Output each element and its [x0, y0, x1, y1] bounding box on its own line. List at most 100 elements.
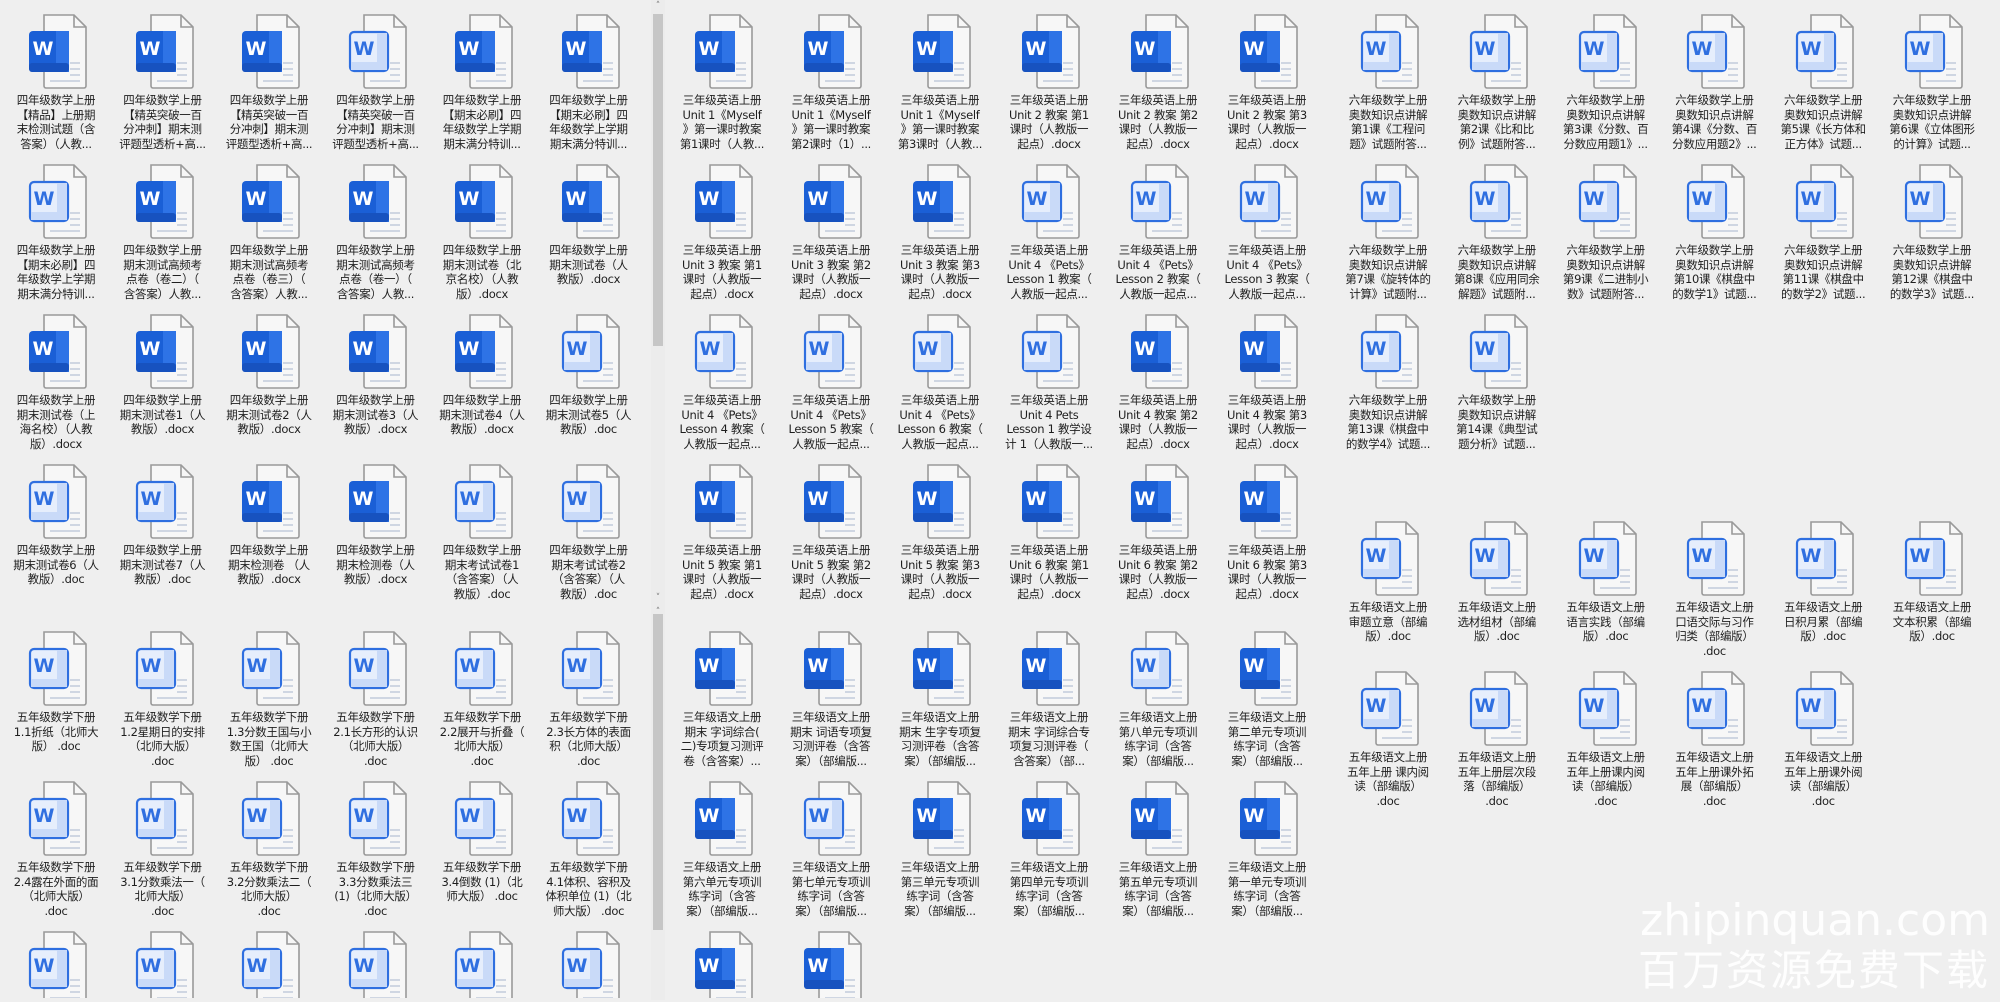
- file-item[interactable]: W 三年级英语上册 Unit 4 教案 第3 课时（人教版一 起点）.docx: [1215, 313, 1319, 459]
- file-item[interactable]: W: [4, 930, 108, 1002]
- file-item[interactable]: W 五年级数学下册 2.4露在外面的面 （北师大版） .doc: [4, 780, 108, 926]
- file-item[interactable]: W 六年级数学上册 奥数知识点讲解 第2课《比和比 例》试题附答...: [1445, 13, 1549, 159]
- file-item[interactable]: W 五年级数学下册 2.1长方形的认识 （北师大版） .doc: [324, 630, 428, 776]
- file-item[interactable]: W 四年级数学上册 【期末必刷】四 年级数学上学期 期末满分特训...: [537, 13, 641, 159]
- file-item[interactable]: W 三年级语文上册 期末 生字专项复 习测评卷（含答 案）（部编版...: [888, 630, 992, 776]
- file-item[interactable]: W 六年级数学上册 奥数知识点讲解 第11课《棋盘中 的数学2》试题...: [1771, 163, 1875, 309]
- file-item[interactable]: W 三年级英语上册 Unit 2 教案 第3 课时（人教版一 起点）.docx: [1215, 13, 1319, 159]
- file-item[interactable]: W 三年级英语上册 Unit 3 教案 第2 课时（人教版一 起点）.docx: [779, 163, 883, 309]
- file-item[interactable]: W 三年级语文上册 第六单元专项训 练字词（含答 案）（部编版...: [670, 780, 774, 926]
- file-item[interactable]: W 五年级数学下册 3.1分数乘法一（ 北师大版） .doc: [111, 780, 215, 926]
- file-item[interactable]: W 五年级数学下册 2.3长方体的表面 积（北师大版） .doc: [537, 630, 641, 776]
- file-item[interactable]: W 四年级数学上册 期末测试卷1（人 教版）.docx: [111, 313, 215, 459]
- file-item[interactable]: W 五年级数学下册 3.2分数乘法二（ 北师大版） .doc: [217, 780, 321, 926]
- file-item[interactable]: W 四年级数学上册 【精英突破一百 分冲刺】期末测 评题型透析+高...: [324, 13, 428, 159]
- file-item[interactable]: W 六年级数学上册 奥数知识点讲解 第14课《典型试 题分析》试题...: [1445, 313, 1549, 459]
- file-item[interactable]: W 四年级数学上册 【期末必刷】四 年级数学上学期 期末满分特训...: [4, 163, 108, 309]
- file-item[interactable]: W 三年级语文上册 第七单元专项训 练字词（含答 案）（部编版...: [779, 780, 883, 926]
- file-item[interactable]: W 三年级英语上册 Unit 5 教案 第1 课时（人教版一 起点）.docx: [670, 463, 774, 609]
- file-item[interactable]: W 五年级数学下册 1.3分数王国与小 数王国（北师大 版） .doc: [217, 630, 321, 776]
- file-item[interactable]: W 四年级数学上册 期末检测卷 （人 教版）.docx: [217, 463, 321, 609]
- file-item[interactable]: W 四年级数学上册 期末测试卷2（人 教版）.docx: [217, 313, 321, 459]
- file-item[interactable]: W 三年级英语上册 Unit 4 《Pets》 Lesson 4 教案（ 人教版一…: [670, 313, 774, 459]
- file-item[interactable]: W 五年级语文上册 口语交际与习作 归类（部编版） .doc: [1662, 520, 1766, 666]
- file-item[interactable]: W 三年级语文上册 期末 词语专项复 习测评卷（含答 案）（部编版...: [779, 630, 883, 776]
- file-item[interactable]: W 三年级英语上册 Unit 2 教案 第2 课时（人教版一 起点）.docx: [1106, 13, 1210, 159]
- file-item[interactable]: W 四年级数学上册 期末检测卷（人 教版）.docx: [324, 463, 428, 609]
- file-item[interactable]: W 三年级英语上册 Unit 6 教案 第1 课时（人教版一 起点）.docx: [997, 463, 1101, 609]
- file-item[interactable]: W 五年级语文上册 语言实践（部编 版）.doc: [1554, 520, 1658, 666]
- scroll-up-arrow-icon[interactable]: ˄: [651, 0, 665, 12]
- file-item[interactable]: W 六年级数学上册 奥数知识点讲解 第9课《二进制小 数》试题附答...: [1554, 163, 1658, 309]
- file-item[interactable]: W 四年级数学上册 期末测试高频考 点卷（卷一）（ 含答案）人教...: [324, 163, 428, 309]
- file-item[interactable]: W 四年级数学上册 期末测试卷7（人 教版）.doc: [111, 463, 215, 609]
- scrollbar-thumb[interactable]: [653, 14, 663, 346]
- file-item[interactable]: W 四年级数学上册 期末测试卷（上 海名校）（人教 版）.docx: [4, 313, 108, 459]
- file-item[interactable]: W 三年级英语上册 Unit 4 《Pets》 Lesson 5 教案（ 人教版一…: [779, 313, 883, 459]
- file-item[interactable]: W 四年级数学上册 期末考试试卷2 （含答案）（人 教版）.doc: [537, 463, 641, 609]
- file-item[interactable]: W 三年级语文上册 第二单元专项训 练字词（含答 案）（部编版...: [1215, 630, 1319, 776]
- file-item[interactable]: W 三年级英语上册 Unit 4 《Pets》 Lesson 2 教案（ 人教版一…: [1106, 163, 1210, 309]
- file-item[interactable]: W 三年级英语上册 Unit 6 教案 第3 课时（人教版一 起点）.docx: [1215, 463, 1319, 609]
- file-item[interactable]: W 六年级数学上册 奥数知识点讲解 第8课《应用同余 解题》试题附...: [1445, 163, 1549, 309]
- file-item[interactable]: W 六年级数学上册 奥数知识点讲解 第13课《棋盘中 的数学4》试题...: [1336, 313, 1440, 459]
- file-item[interactable]: W 三年级语文上册 第四单元专项训 练字词（含答 案）（部编版...: [997, 780, 1101, 926]
- file-item[interactable]: W 五年级数学下册 4.1体积、容积及 体积单位 (1)（北 师大版） .doc: [537, 780, 641, 926]
- file-item[interactable]: W 五年级语文上册 审题立意（部编 版）.doc: [1336, 520, 1440, 666]
- file-item[interactable]: W 六年级数学上册 奥数知识点讲解 第5课《长方体和 正方体》试题...: [1771, 13, 1875, 159]
- file-item[interactable]: W: [537, 930, 641, 1002]
- file-item[interactable]: W 三年级英语上册 Unit 1《Myself 》第一课时教案 第3课时（人教..…: [888, 13, 992, 159]
- file-item[interactable]: W 三年级英语上册 Unit 6 教案 第2 课时（人教版一 起点）.docx: [1106, 463, 1210, 609]
- file-item[interactable]: W 六年级数学上册 奥数知识点讲解 第1课《工程问 题》试题附答...: [1336, 13, 1440, 159]
- file-item[interactable]: W 三年级英语上册 Unit 5 教案 第3 课时（人教版一 起点）.docx: [888, 463, 992, 609]
- file-item[interactable]: W 三年级英语上册 Unit 3 教案 第1 课时（人教版一 起点）.docx: [670, 163, 774, 309]
- file-item[interactable]: W 五年级语文上册 五年上册 课内阅 读（部编版） .doc: [1336, 670, 1440, 816]
- file-item[interactable]: W 三年级语文上册 第八单元专项训 练字词（含答 案）（部编版...: [1106, 630, 1210, 776]
- file-item[interactable]: W 三年级语文上册 第五单元专项训 练字词（含答 案）（部编版...: [1106, 780, 1210, 926]
- file-item[interactable]: W 五年级语文上册 五年上册课外拓 展（部编版） .doc: [1662, 670, 1766, 816]
- file-item[interactable]: W 三年级英语上册 Unit 1《Myself 》第一课时教案 第1课时（人教..…: [670, 13, 774, 159]
- file-item[interactable]: W 四年级数学上册 期末测试高频考 点卷（卷二）（ 含答案）人教...: [111, 163, 215, 309]
- file-item[interactable]: W 五年级数学下册 2.2展开与折叠（ 北师大版） .doc: [430, 630, 534, 776]
- scroll-down-arrow-icon[interactable]: ˅: [651, 592, 665, 604]
- file-item[interactable]: W 四年级数学上册 期末考试试卷1 （含答案）（人 教版）.doc: [430, 463, 534, 609]
- file-item[interactable]: W 五年级语文上册 选材组材（部编 版）.doc: [1445, 520, 1549, 666]
- file-item[interactable]: W 四年级数学上册 期末测试卷6（人 教版）.doc: [4, 463, 108, 609]
- file-item[interactable]: W 三年级英语上册 Unit 3 教案 第3 课时（人教版一 起点）.docx: [888, 163, 992, 309]
- file-item[interactable]: W 三年级英语上册 Unit 4 教案 第2 课时（人教版一 起点）.docx: [1106, 313, 1210, 459]
- file-item[interactable]: W 三年级英语上册 Unit 5 教案 第2 课时（人教版一 起点）.docx: [779, 463, 883, 609]
- file-item[interactable]: W 四年级数学上册 期末测试卷（北 京名校）（人教 版）.docx: [430, 163, 534, 309]
- file-item[interactable]: W 三年级英语上册 Unit 4 Pets Lesson 1 教学设 计 1（人教…: [997, 313, 1101, 459]
- left-top-scrollbar[interactable]: ˄ ˅: [651, 0, 665, 606]
- file-item[interactable]: W 五年级语文上册 日积月累（部编 版）.doc: [1771, 520, 1875, 666]
- file-item[interactable]: W 三年级英语上册 Unit 4 《Pets》 Lesson 6 教案（ 人教版一…: [888, 313, 992, 459]
- left-bottom-scrollbar[interactable]: ˄: [651, 606, 665, 1000]
- file-item[interactable]: W 五年级语文上册 五年上册课外阅 读（部编版） .doc: [1771, 670, 1875, 816]
- file-item[interactable]: W: [430, 930, 534, 1002]
- file-item[interactable]: W 四年级数学上册 【精英突破一百 分冲刺】期末测 评题型透析+高...: [111, 13, 215, 159]
- file-item[interactable]: W 六年级数学上册 奥数知识点讲解 第6课《立体图形 的计算》试题...: [1880, 13, 1984, 159]
- file-item[interactable]: W 三年级语文上册 期末 字词综合专 项复习测评卷（ 含答案）（部...: [997, 630, 1101, 776]
- file-item[interactable]: W 六年级数学上册 奥数知识点讲解 第7课《旋转体的 计算》试题附...: [1336, 163, 1440, 309]
- file-item[interactable]: W 四年级数学上册 期末测试卷（人 教版）.docx: [537, 163, 641, 309]
- file-item[interactable]: W: [111, 930, 215, 1002]
- file-item[interactable]: W 五年级语文上册 文本积累（部编 版）.doc: [1880, 520, 1984, 666]
- file-item[interactable]: W 六年级数学上册 奥数知识点讲解 第4课《分数、百 分数应用题2》...: [1662, 13, 1766, 159]
- file-item[interactable]: W 四年级数学上册 【精英突破一百 分冲刺】期末测 评题型透析+高...: [217, 13, 321, 159]
- file-item[interactable]: W: [217, 930, 321, 1002]
- file-item[interactable]: W 四年级数学上册 【精品】上册期 末检测试题（含 答案）（人教...: [4, 13, 108, 159]
- file-item[interactable]: W: [670, 930, 774, 1002]
- file-item[interactable]: W 四年级数学上册 期末测试卷3（人 教版）.docx: [324, 313, 428, 459]
- file-item[interactable]: W 三年级英语上册 Unit 1《Myself 》第一课时教案 第2课时（1）..…: [779, 13, 883, 159]
- file-item[interactable]: W 六年级数学上册 奥数知识点讲解 第3课《分数、百 分数应用题1》...: [1554, 13, 1658, 159]
- scrollbar-thumb[interactable]: [653, 614, 663, 930]
- file-item[interactable]: W 五年级语文上册 五年上册课内阅 读（部编版） .doc: [1554, 670, 1658, 816]
- file-item[interactable]: W 六年级数学上册 奥数知识点讲解 第12课《棋盘中 的数学3》试题...: [1880, 163, 1984, 309]
- file-item[interactable]: W 三年级英语上册 Unit 4 《Pets》 Lesson 3 教案（ 人教版一…: [1215, 163, 1319, 309]
- file-item[interactable]: W 五年级数学下册 3.3分数乘法三 (1)（北师大版） .doc: [324, 780, 428, 926]
- file-item[interactable]: W 四年级数学上册 【期末必刷】四 年级数学上学期 期末满分特训...: [430, 13, 534, 159]
- file-item[interactable]: W 三年级语文上册 第一单元专项训 练字词（含答 案）（部编版...: [1215, 780, 1319, 926]
- file-item[interactable]: W 五年级语文上册 五年上册层次段 落（部编版） .doc: [1445, 670, 1549, 816]
- file-item[interactable]: W 四年级数学上册 期末测试卷4（人 教版）.docx: [430, 313, 534, 459]
- file-item[interactable]: W 五年级数学下册 1.2星期日的安排 （北师大版） .doc: [111, 630, 215, 776]
